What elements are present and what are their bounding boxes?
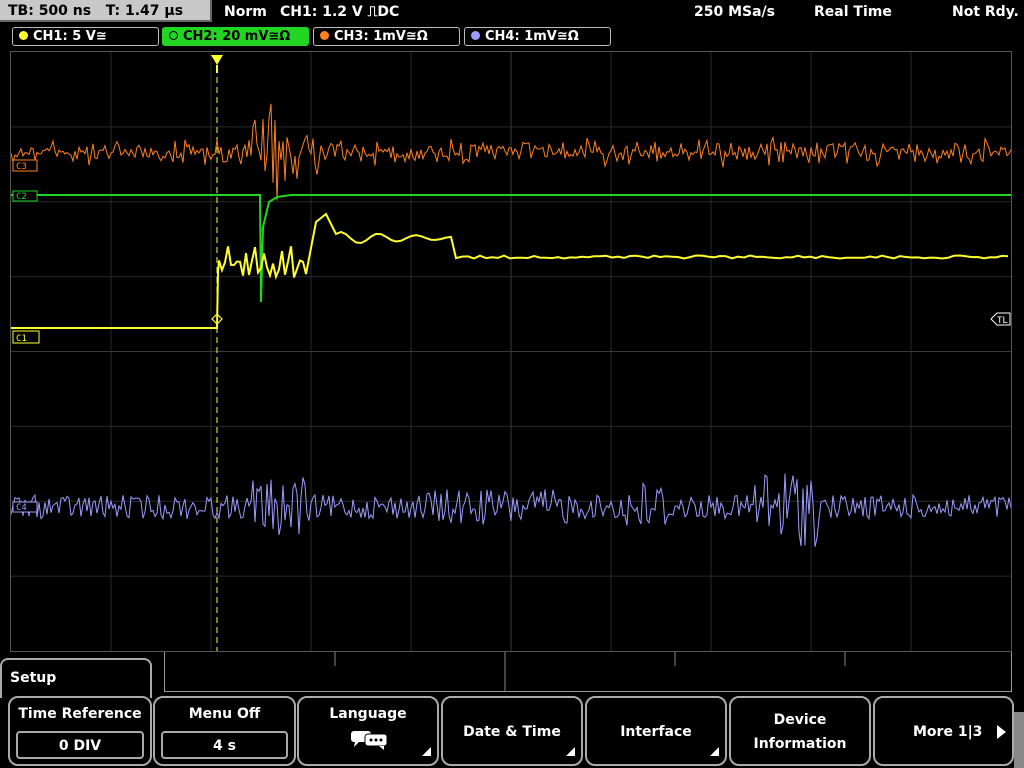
softkey-label: Date & Time (463, 724, 561, 740)
ch1-dot-icon (19, 31, 28, 40)
menu-off-softkey[interactable]: Menu Off 4 s (153, 696, 296, 766)
side-scroll-handle[interactable] (1014, 712, 1024, 768)
waveform-canvas: C3 C2 C1 C4 TL (11, 52, 1011, 651)
speech-bubbles-icon (351, 731, 388, 750)
interface-softkey[interactable]: Interface (585, 696, 727, 766)
softkey-label: Menu Off (188, 706, 261, 722)
submenu-corner-icon (422, 747, 431, 756)
trigger-position-marker-icon (211, 55, 223, 65)
acquisition-mode: Real Time (814, 4, 892, 20)
ch1-marker-label: C1 (16, 334, 27, 344)
menu-title: Setup (10, 670, 57, 686)
ch1-ground-marker[interactable]: C1 (12, 330, 40, 344)
softkey-label: Interface (620, 724, 692, 740)
message-area-dividers (334, 652, 846, 692)
graticule-grid (11, 52, 1011, 651)
ch3-ground-marker[interactable]: C3 (12, 159, 38, 172)
ready-status: Not Rdy. (952, 4, 1019, 20)
softkey-label: Time Reference (18, 706, 142, 722)
timebase-readout[interactable]: TB: 500 ns T: 1.47 µs (0, 0, 212, 22)
channel-tab-ch1[interactable]: CH1: 5 V≅ (12, 27, 159, 46)
trigger-level-label: TL (997, 316, 1008, 326)
ch4-dot-icon (471, 31, 480, 40)
softkey-label-line2: Information (753, 736, 847, 752)
channel-tab-ch2[interactable]: CH2: 20 mV≅Ω (162, 27, 309, 46)
ch3-dot-icon (320, 31, 329, 40)
language-softkey[interactable]: Language (297, 696, 439, 766)
trigger-mode[interactable]: Norm (224, 0, 267, 24)
date-time-softkey[interactable]: Date & Time (441, 696, 583, 766)
ch2-dot-icon (169, 31, 178, 40)
timebase-value: TB: 500 ns (8, 3, 92, 19)
time-reference-softkey[interactable]: Time Reference 0 DIV (8, 696, 152, 766)
ch4-ground-marker[interactable]: C4 (12, 501, 38, 513)
time-reference-value: 0 DIV (16, 731, 144, 759)
channel-tab-ch4[interactable]: CH4: 1mV≅Ω (464, 27, 611, 46)
message-area (164, 652, 1012, 692)
trigger-source[interactable]: CH1: 1.2 V ⎍DC (280, 0, 399, 24)
ch3-marker-label: C3 (16, 162, 27, 172)
waveform-display[interactable]: C3 C2 C1 C4 TL (10, 51, 1012, 652)
softkey-label-line1: Device (773, 712, 827, 728)
trigger-time-value: T: 1.47 µs (105, 3, 184, 19)
menu-title-tab: Setup (0, 658, 152, 698)
ch2-ground-marker[interactable]: C2 (12, 190, 38, 202)
ch4-marker-label: C4 (16, 503, 27, 513)
channel-tab-label: CH2: 20 mV≅Ω (183, 29, 291, 44)
sample-rate: 250 MSa/s (694, 4, 776, 20)
submenu-corner-icon (710, 747, 719, 756)
channel-tab-label: CH4: 1mV≅Ω (485, 29, 579, 44)
next-page-arrow-icon (997, 725, 1006, 739)
channel-tab-label: CH3: 1mV≅Ω (334, 29, 428, 44)
channel-tab-label: CH1: 5 V≅ (33, 29, 107, 44)
ch2-marker-label: C2 (16, 192, 27, 202)
device-information-softkey[interactable]: Device Information (729, 696, 871, 766)
softkey-label: Language (329, 706, 407, 722)
channel-tab-ch3[interactable]: CH3: 1mV≅Ω (313, 27, 460, 46)
submenu-corner-icon (566, 747, 575, 756)
ch1-waveform (11, 212, 1009, 329)
more-softkey[interactable]: More 1|3 (873, 696, 1014, 766)
menu-off-value: 4 s (161, 731, 288, 759)
trigger-level-marker[interactable]: TL (990, 312, 1011, 326)
